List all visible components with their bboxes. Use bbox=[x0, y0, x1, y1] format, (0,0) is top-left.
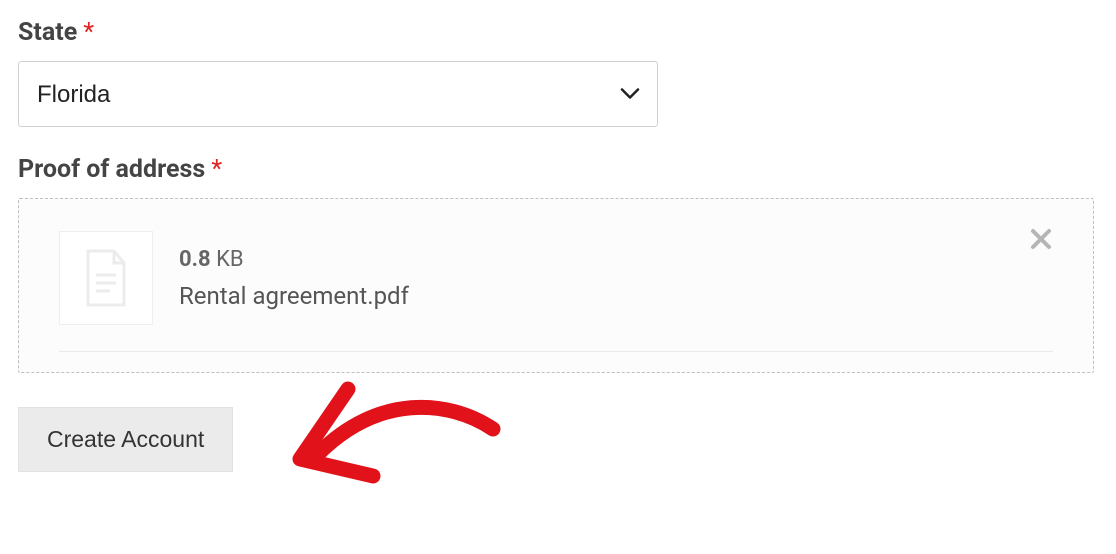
file-icon bbox=[59, 231, 153, 325]
close-icon bbox=[1029, 227, 1053, 251]
state-label: State * bbox=[18, 18, 1098, 47]
proof-label: Proof of address * bbox=[18, 155, 1098, 184]
file-meta: 0.8 KB Rental agreement.pdf bbox=[179, 247, 1053, 310]
proof-of-address-field: Proof of address * 0.8 KB Rental agreeme… bbox=[18, 155, 1098, 373]
file-name: Rental agreement.pdf bbox=[179, 282, 1053, 310]
submit-row: Create Account bbox=[18, 407, 1098, 472]
file-size-unit: KB bbox=[216, 247, 244, 272]
required-marker: * bbox=[83, 18, 94, 47]
proof-label-text: Proof of address bbox=[18, 155, 205, 184]
file-upload-dropzone[interactable]: 0.8 KB Rental agreement.pdf bbox=[18, 198, 1094, 373]
state-select-wrap: Florida bbox=[18, 61, 658, 127]
state-field: State * Florida bbox=[18, 18, 1098, 127]
state-select[interactable]: Florida bbox=[18, 61, 658, 127]
file-size-number: 0.8 bbox=[179, 247, 211, 272]
file-row: 0.8 KB Rental agreement.pdf bbox=[59, 231, 1053, 325]
file-divider bbox=[59, 351, 1053, 352]
remove-file-button[interactable] bbox=[1029, 227, 1053, 255]
create-account-button[interactable]: Create Account bbox=[18, 407, 233, 472]
required-marker: * bbox=[211, 155, 222, 184]
file-size: 0.8 KB bbox=[179, 247, 1053, 272]
state-label-text: State bbox=[18, 18, 77, 47]
